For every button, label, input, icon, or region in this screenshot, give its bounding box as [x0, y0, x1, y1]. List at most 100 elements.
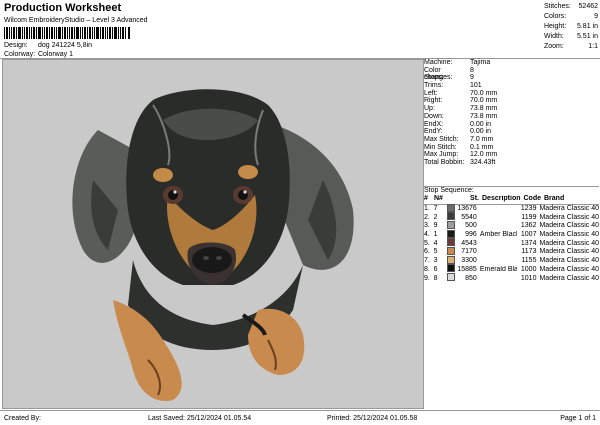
stitch-count: 13676	[457, 205, 477, 212]
info-row: Color changes: 8	[424, 66, 599, 82]
thread-code: 1374	[520, 239, 537, 247]
info-value: Tajima	[470, 59, 491, 66]
col-st: St.	[470, 195, 479, 202]
stitch-count: 3300	[461, 257, 477, 265]
info-value: 8	[470, 66, 474, 74]
thread-code: 1199	[521, 213, 537, 221]
info-label: Down:	[424, 112, 444, 120]
info-value: 324.43ft	[470, 158, 496, 166]
stat-value: 5.81 in	[576, 23, 598, 30]
info-value: 70.0 mm	[470, 89, 498, 97]
stat-label: Width:	[544, 33, 564, 40]
design-stats: Stitches: 52462 Colors: 9 Height: 5.81 in W…	[544, 2, 600, 52]
thread-brand: Madeira Classic 40	[539, 213, 599, 221]
stop-sequence-list: 1. 7 13676 1239 Madeira Classic 40 2. 2 5540 119…	[424, 203, 599, 285]
stop-no: 1.	[424, 205, 430, 212]
colorway-value: Colorway 1	[37, 51, 73, 58]
stat-label: Zoom:	[544, 43, 564, 50]
color-swatch	[447, 273, 456, 285]
info-value: 73.8 mm	[470, 105, 498, 113]
stat-value: 5.51 in	[576, 33, 598, 40]
swatch-box	[447, 264, 456, 273]
dachshund-embroidery-image	[72, 89, 354, 401]
info-value: 101	[470, 82, 482, 90]
color-description: Amber Black	[479, 231, 518, 239]
stat-zoom: Zoom: 1:1	[544, 42, 600, 52]
info-row: Left: 70.0 mm	[424, 90, 599, 98]
info-value: 7.0 mm	[470, 135, 494, 143]
thread-code: 1155	[521, 257, 537, 265]
printed-date: Printed: 25/12/2024 01.05.58	[327, 414, 418, 422]
swatch-box	[447, 220, 456, 229]
info-label: EndX:	[424, 120, 444, 128]
info-row: Min Stitch: 0.1 mm	[424, 144, 599, 152]
info-row: Max Stitch: 7.0 mm	[424, 136, 599, 144]
info-label: Trims:	[424, 82, 444, 90]
swatch-box	[447, 229, 456, 238]
stitch-count: 850	[465, 274, 477, 282]
needle-no: 7	[433, 205, 438, 212]
design-row: Design: dog 241224 5,8in	[4, 42, 92, 49]
worksheet-footer: Created By: Last Saved: 25/12/2024 01.05…	[0, 410, 600, 425]
info-value: 73.8 mm	[470, 112, 498, 120]
info-row: EndY: 0.00 in	[424, 128, 599, 136]
thread-brand: Madeira Classic 40	[539, 248, 599, 256]
page-number: Page 1 of 1	[560, 414, 596, 422]
stitch-count: 5540	[461, 213, 477, 221]
info-label: EndY:	[424, 128, 443, 136]
stitch-count: 500	[465, 222, 477, 230]
info-label: Color changes:	[424, 66, 453, 82]
stop-no: 4.	[424, 231, 430, 239]
stitch-count: 996	[465, 231, 477, 239]
needle-no: 3	[433, 257, 438, 265]
stop-row: 9. 8 850 1010 Madeira Classic 40	[424, 273, 599, 285]
stop-no: 3.	[424, 222, 430, 230]
color-description: Emerald Black	[479, 265, 518, 273]
col-no: #	[424, 195, 428, 202]
stop-no: 8.	[424, 265, 430, 273]
design-preview	[2, 59, 424, 409]
info-row: Max Jump: 12.0 mm	[424, 151, 599, 159]
needle-no: 9	[433, 222, 438, 230]
stop-no: 2.	[424, 213, 430, 221]
info-label: Total Bobbin:	[424, 158, 465, 166]
needle-no: 5	[433, 248, 438, 256]
needle-no: 8	[433, 274, 438, 282]
swatch-box	[447, 203, 456, 212]
stat-value: 9	[594, 13, 598, 20]
needle-no: 2	[433, 213, 438, 221]
stat-label: Stitches:	[544, 3, 571, 10]
thread-code: 1362	[520, 222, 537, 230]
stop-no: 6.	[424, 248, 430, 256]
info-value: 0.00 in	[470, 120, 492, 128]
design-label: Design:	[4, 42, 28, 49]
col-n: N#	[434, 195, 443, 202]
info-row: Right: 70.0 mm	[424, 97, 599, 105]
thread-brand: Madeira Classic 40	[539, 257, 599, 265]
thread-code: 1007	[520, 231, 537, 239]
machine-info: Machine: Tajima Color changes: 8 Stops: 9 T…	[424, 59, 599, 167]
stop-sequence-title: Stop Sequence:	[424, 186, 599, 194]
info-row: Up: 73.8 mm	[424, 105, 599, 113]
thread-brand: Madeira Classic 40	[539, 274, 599, 282]
thread-code: 1239	[520, 205, 537, 212]
info-value: 70.0 mm	[470, 97, 498, 105]
stitch-count: 15885	[457, 265, 477, 273]
colorway-label: Colorway:	[4, 51, 36, 58]
swatch-box	[447, 212, 456, 221]
info-label: Up:	[424, 105, 435, 113]
info-row: Trims: 101	[424, 82, 599, 90]
swatch-box	[447, 273, 456, 281]
stitch-count: 7170	[461, 248, 477, 256]
info-value: 12.0 mm	[470, 151, 498, 159]
thread-brand: Madeira Classic 40	[539, 205, 599, 212]
info-label: Right:	[424, 97, 443, 105]
info-label: Stops:	[424, 74, 444, 82]
thread-brand: Madeira Classic 40	[539, 239, 599, 247]
stat-value: 52462	[578, 3, 598, 10]
info-label: Left:	[424, 89, 438, 97]
swatch-box	[447, 246, 456, 255]
needle-no: 6	[433, 265, 438, 273]
info-value: 0.1 mm	[470, 143, 494, 151]
col-code: Code	[523, 195, 542, 202]
